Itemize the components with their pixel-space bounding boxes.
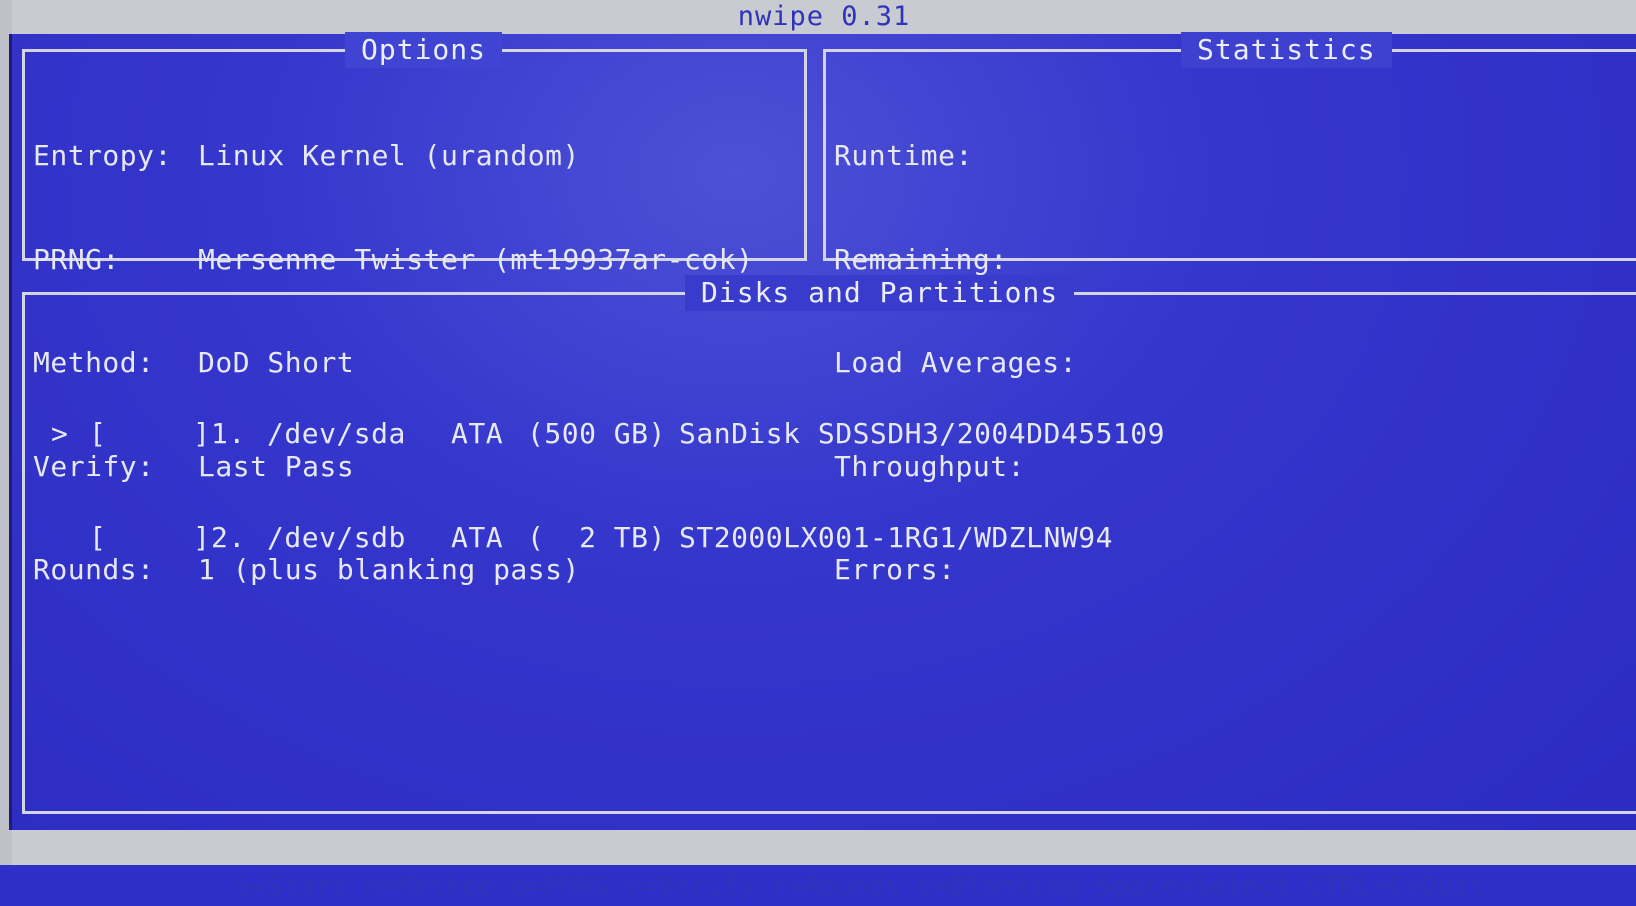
disk-select-checkbox[interactable]: [ ] — [89, 521, 211, 556]
options-panel: Options Entropy: Linux Kernel (urandom) … — [22, 32, 807, 586]
app-title: nwipe 0.31 — [737, 1, 911, 32]
option-value: Linux Kernel (urandom) — [198, 139, 580, 172]
disk-bus: ATA — [451, 417, 504, 450]
disk-model: ST2000LX001-1RG1/WDZLNW94 — [679, 520, 1113, 554]
statistics-panel: Statistics Runtime: Remaining: Load Aver… — [823, 32, 1636, 586]
disk-bus: ATA — [451, 520, 504, 554]
option-row-prng: PRNG: Mersenne Twister (mt19937ar-cok) — [33, 243, 753, 278]
disk-list: > [ ] 1. /dev/sda ATA (500 GB) SanDisk S… — [51, 348, 1165, 624]
disk-device: /dev/sdb — [267, 520, 406, 554]
option-value: Mersenne Twister (mt19937ar-cok) — [198, 242, 754, 276]
disks-panel: Disks and Partitions > [ ] 1. /dev/sda A… — [22, 275, 1636, 814]
stat-row-remaining: Remaining: — [834, 243, 1077, 278]
statistics-panel-title: Statistics — [1181, 32, 1392, 68]
disk-index: 1. — [211, 417, 246, 450]
disk-size: ( 2 TB) — [527, 520, 666, 554]
selection-cursor: > — [51, 417, 69, 450]
option-row-entropy: Entropy: Linux Kernel (urandom) — [33, 139, 753, 174]
option-label: Entropy: — [33, 139, 172, 172]
disk-index: 2. — [211, 520, 246, 554]
app-title-bar: nwipe 0.31 — [12, 0, 1636, 34]
key-help-bar: S=Start m=Method p=PRNG v=Verify r=Round… — [12, 830, 1636, 902]
stat-row-runtime: Runtime: — [834, 139, 1077, 174]
options-panel-title: Options — [345, 32, 503, 68]
disk-row-sda[interactable]: > [ ] 1. /dev/sda ATA (500 GB) SanDisk S… — [51, 417, 1165, 452]
disk-select-checkbox[interactable]: [ ] — [89, 417, 211, 452]
disk-model: SanDisk SDSSDH3/2004DD455109 — [679, 417, 1166, 450]
disk-size: (500 GB) — [527, 417, 666, 450]
stat-label: Runtime: — [834, 139, 973, 172]
selection-cursor — [51, 521, 89, 556]
stat-label: Remaining: — [834, 242, 1008, 276]
disk-row-sdb[interactable]: [ ] 2. /dev/sdb ATA ( 2 TB) ST2000LX001-… — [51, 521, 1165, 556]
key-help-text: S=Start m=Method p=PRNG v=Verify r=Round… — [234, 871, 1487, 902]
window-left-edge — [0, 0, 12, 865]
disk-device: /dev/sda — [267, 417, 406, 450]
disks-panel-title: Disks and Partitions — [685, 275, 1075, 311]
option-label: PRNG: — [33, 242, 120, 276]
